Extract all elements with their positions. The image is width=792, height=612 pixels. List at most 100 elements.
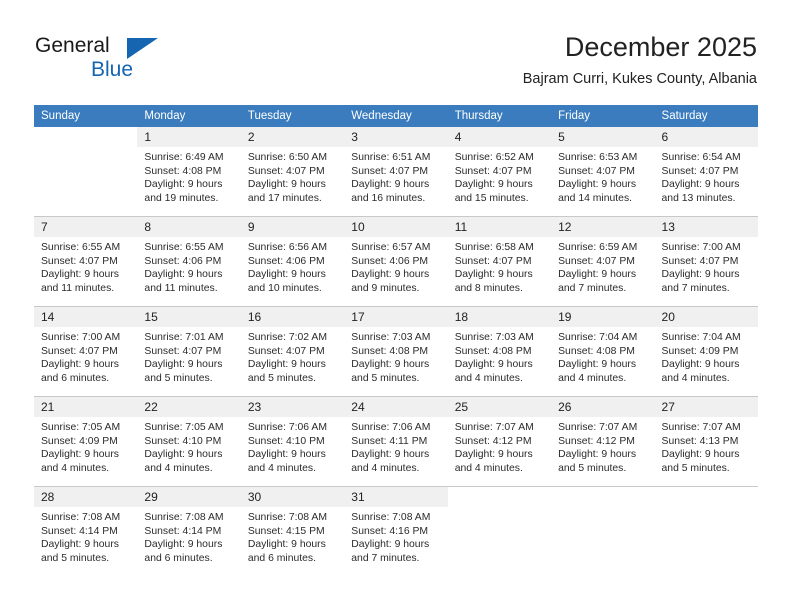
sunset-text: Sunset: 4:12 PM [454,435,532,447]
day-cell[interactable]: 18 Sunrise: 7:03 AM Sunset: 4:08 PM Dayl… [447,306,552,397]
calendar-week-row: 28 Sunrise: 7:08 AM Sunset: 4:14 PM Dayl… [34,486,758,572]
day-cell[interactable]: 13 Sunrise: 7:00 AM Sunset: 4:07 PM Dayl… [654,216,758,307]
day-cell[interactable]: 1 Sunrise: 6:49 AM Sunset: 4:08 PM Dayli… [137,127,241,217]
daylight-text-line1: Daylight: 9 hours [558,179,637,191]
sunrise-text: Sunrise: 7:05 AM [144,422,224,433]
day-cell[interactable]: 23 Sunrise: 7:06 AM Sunset: 4:10 PM Dayl… [240,396,345,487]
daylight-text-line1: Daylight: 9 hours [351,449,430,461]
day-cell[interactable]: 22 Sunrise: 7:05 AM Sunset: 4:10 PM Dayl… [137,396,241,487]
day-number: 8 [137,217,241,237]
daylight-text-line2: and 7 minutes. [661,282,730,294]
daylight-text-line2: and 6 minutes. [247,552,317,564]
sunset-text: Sunset: 4:13 PM [661,435,739,447]
day-cell[interactable] [551,486,655,572]
day-cell[interactable]: 28 Sunrise: 7:08 AM Sunset: 4:14 PM Dayl… [34,486,138,572]
day-number: 29 [137,487,241,507]
sunrise-text: Sunrise: 7:00 AM [661,242,741,253]
sunrise-text: Sunrise: 7:04 AM [558,332,638,343]
day-cell[interactable] [654,486,758,572]
sunset-text: Sunset: 4:14 PM [41,525,118,537]
calendar-week-row: 7 Sunrise: 6:55 AM Sunset: 4:07 PM Dayli… [34,216,758,307]
day-number: 11 [447,217,552,237]
sunrise-text: Sunrise: 7:04 AM [661,332,741,343]
daylight-text-line2: and 13 minutes. [661,192,736,204]
sunrise-text: Sunrise: 6:50 AM [247,152,327,163]
day-cell[interactable]: 12 Sunrise: 6:59 AM Sunset: 4:07 PM Dayl… [551,216,655,307]
day-cell[interactable] [34,127,138,217]
day-number: 9 [240,217,345,237]
day-cell[interactable] [447,486,552,572]
day-cell[interactable]: 26 Sunrise: 7:07 AM Sunset: 4:12 PM Dayl… [551,396,655,487]
daylight-text-line1: Daylight: 9 hours [661,359,740,371]
sunrise-text: Sunrise: 7:05 AM [41,422,121,433]
day-cell[interactable]: 20 Sunrise: 7:04 AM Sunset: 4:09 PM Dayl… [654,306,758,397]
day-cell[interactable]: 29 Sunrise: 7:08 AM Sunset: 4:14 PM Dayl… [137,486,241,572]
day-cell[interactable]: 5 Sunrise: 6:53 AM Sunset: 4:07 PM Dayli… [551,127,655,217]
daylight-text-line2: and 11 minutes. [144,282,218,294]
day-cell[interactable]: 4 Sunrise: 6:52 AM Sunset: 4:07 PM Dayli… [447,127,552,217]
daylight-text-line2: and 5 minutes. [247,372,317,384]
sunset-text: Sunset: 4:06 PM [247,255,325,267]
day-number: 25 [447,397,552,417]
page-title: December 2025 [564,32,757,62]
day-number: 6 [654,127,758,147]
calendar-week-row: 14 Sunrise: 7:00 AM Sunset: 4:07 PM Dayl… [34,306,758,397]
day-cell[interactable]: 11 Sunrise: 6:58 AM Sunset: 4:07 PM Dayl… [447,216,552,307]
daylight-text-line2: and 5 minutes. [41,552,110,564]
day-cell[interactable]: 16 Sunrise: 7:02 AM Sunset: 4:07 PM Dayl… [240,306,345,397]
sunset-text: Sunset: 4:11 PM [351,435,428,447]
sunrise-text: Sunrise: 7:01 AM [144,332,224,343]
sunset-text: Sunset: 4:08 PM [351,345,429,357]
sunset-text: Sunset: 4:06 PM [351,255,429,267]
sunset-text: Sunset: 4:16 PM [351,525,429,537]
day-cell[interactable]: 9 Sunrise: 6:56 AM Sunset: 4:06 PM Dayli… [240,216,345,307]
daylight-text-line2: and 17 minutes. [247,192,322,204]
sunrise-text: Sunrise: 6:49 AM [144,152,224,163]
day-cell[interactable]: 17 Sunrise: 7:03 AM Sunset: 4:08 PM Dayl… [344,306,448,397]
day-cell[interactable]: 3 Sunrise: 6:51 AM Sunset: 4:07 PM Dayli… [344,127,448,217]
page-header: General Blue December 2025 Bajram Curri,… [0,0,792,100]
generalblue-logo[interactable]: General Blue [35,34,215,86]
day-cell[interactable]: 25 Sunrise: 7:07 AM Sunset: 4:12 PM Dayl… [447,396,552,487]
daylight-text-line2: and 5 minutes. [144,372,213,384]
day-cell[interactable]: 30 Sunrise: 7:08 AM Sunset: 4:15 PM Dayl… [240,486,345,572]
day-number: 17 [344,307,448,327]
sunrise-text: Sunrise: 7:03 AM [454,332,534,343]
daylight-text-line1: Daylight: 9 hours [247,269,326,281]
daylight-text-line1: Daylight: 9 hours [351,269,430,281]
daylight-text-line2: and 4 minutes. [454,462,523,474]
sunrise-text: Sunrise: 6:54 AM [661,152,741,163]
daylight-text-line1: Daylight: 9 hours [144,359,223,371]
daylight-text-line1: Daylight: 9 hours [144,269,223,281]
daylight-text-line2: and 19 minutes. [144,192,219,204]
daylight-text-line2: and 8 minutes. [454,282,523,294]
day-number: 28 [34,487,138,507]
daylight-text-line1: Daylight: 9 hours [454,359,533,371]
daylight-text-line2: and 4 minutes. [661,372,730,384]
day-number [654,487,758,507]
sunrise-text: Sunrise: 6:55 AM [41,242,121,253]
day-cell[interactable]: 6 Sunrise: 6:54 AM Sunset: 4:07 PM Dayli… [654,127,758,217]
day-cell[interactable]: 19 Sunrise: 7:04 AM Sunset: 4:08 PM Dayl… [551,306,655,397]
weekday-header-wednesday: Wednesday [344,105,448,127]
sunrise-text: Sunrise: 6:51 AM [351,152,431,163]
sunrise-text: Sunrise: 7:08 AM [144,512,224,523]
day-cell[interactable]: 2 Sunrise: 6:50 AM Sunset: 4:07 PM Dayli… [240,127,345,217]
day-number [551,487,655,507]
day-cell[interactable]: 7 Sunrise: 6:55 AM Sunset: 4:07 PM Dayli… [34,216,138,307]
day-cell[interactable]: 14 Sunrise: 7:00 AM Sunset: 4:07 PM Dayl… [34,306,138,397]
sunset-text: Sunset: 4:09 PM [661,345,739,357]
day-cell[interactable]: 8 Sunrise: 6:55 AM Sunset: 4:06 PM Dayli… [137,216,241,307]
day-cell[interactable]: 21 Sunrise: 7:05 AM Sunset: 4:09 PM Dayl… [34,396,138,487]
day-cell[interactable]: 10 Sunrise: 6:57 AM Sunset: 4:06 PM Dayl… [344,216,448,307]
day-cell[interactable]: 31 Sunrise: 7:08 AM Sunset: 4:16 PM Dayl… [344,486,448,572]
day-cell[interactable]: 15 Sunrise: 7:01 AM Sunset: 4:07 PM Dayl… [137,306,241,397]
sunrise-text: Sunrise: 6:57 AM [351,242,431,253]
daylight-text-line2: and 5 minutes. [661,462,730,474]
daylight-text-line1: Daylight: 9 hours [661,269,740,281]
daylight-text-line1: Daylight: 9 hours [41,539,119,551]
daylight-text-line1: Daylight: 9 hours [41,359,119,371]
day-cell[interactable]: 24 Sunrise: 7:06 AM Sunset: 4:11 PM Dayl… [344,396,448,487]
sunset-text: Sunset: 4:07 PM [558,165,635,177]
day-cell[interactable]: 27 Sunrise: 7:07 AM Sunset: 4:13 PM Dayl… [654,396,758,487]
